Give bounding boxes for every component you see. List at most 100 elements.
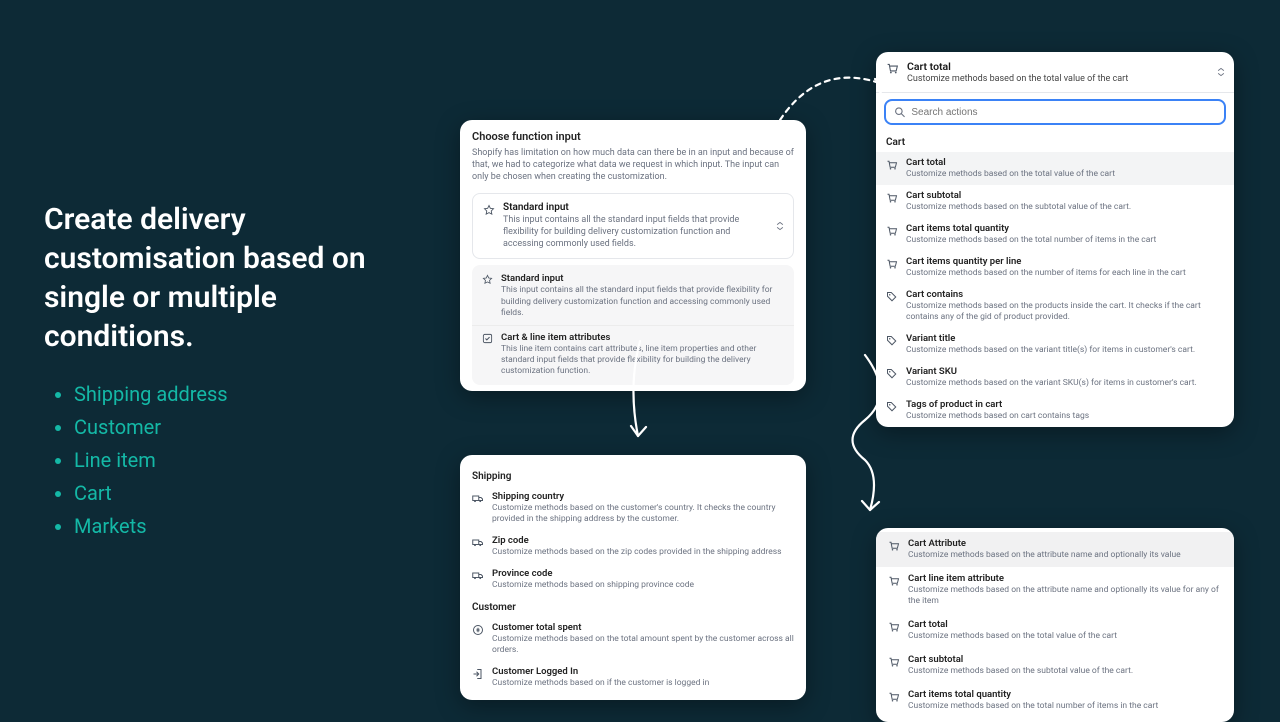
option-desc: Customize methods based on the total amo… <box>492 634 794 656</box>
cart-icon <box>888 656 900 668</box>
option-title: Cart items quantity per line <box>906 256 1186 267</box>
option-row[interactable]: Cart contains Customize methods based on… <box>876 284 1234 328</box>
cart-icon <box>888 575 900 587</box>
option-title: Cart subtotal <box>906 190 1131 201</box>
cart-icon <box>886 159 898 171</box>
search-input[interactable] <box>911 107 1216 118</box>
option-title: Zip code <box>492 535 782 546</box>
option-desc: Customize methods based on the variant t… <box>906 345 1195 356</box>
option-desc: Customize methods based on the subtotal … <box>908 666 1133 677</box>
bullet-item: Cart <box>74 477 228 510</box>
option-row[interactable]: Shipping country Customize methods based… <box>460 486 806 530</box>
option-row[interactable]: Cart line item attribute Customize metho… <box>876 567 1234 613</box>
truck-icon <box>472 570 484 582</box>
option-desc: Customize methods based on the total val… <box>906 169 1115 180</box>
option-desc: Customize methods based on the total val… <box>908 631 1117 642</box>
panel2-section: Cart <box>876 131 1234 152</box>
section-label: Customer <box>460 596 806 617</box>
panel-cart-actions: Cart total Customize methods based on th… <box>876 52 1234 427</box>
option-desc: Customize methods based on the attribute… <box>908 585 1222 607</box>
option-desc: Customize methods based on the total num… <box>908 701 1158 712</box>
feature-bullets: Shipping addressCustomerLine itemCartMar… <box>74 378 228 543</box>
option-row[interactable]: Cart total Customize methods based on th… <box>876 152 1234 185</box>
option-row[interactable]: Standard input This input contains all t… <box>472 267 794 325</box>
option-desc: This input contains all the standard inp… <box>501 285 784 318</box>
option-desc: Customize methods based on the products … <box>906 301 1224 323</box>
option-desc: Customize methods based on the total num… <box>906 235 1156 246</box>
bullet-item: Markets <box>74 510 228 543</box>
truck-icon <box>472 493 484 505</box>
option-title: Cart items total quantity <box>908 689 1158 700</box>
option-desc: Customize methods based on cart contains… <box>906 411 1089 422</box>
option-row[interactable]: Province code Customize methods based on… <box>460 563 806 596</box>
option-row[interactable]: Zip code Customize methods based on the … <box>460 530 806 563</box>
option-desc: Customize methods based on the variant S… <box>906 378 1197 389</box>
panel2-header[interactable]: Cart total Customize methods based on th… <box>876 52 1234 93</box>
arrow-3 <box>840 350 900 520</box>
option-row[interactable]: Customer Logged In Customize methods bas… <box>460 661 806 694</box>
panel1-title: Choose function input <box>472 130 794 143</box>
search-actions[interactable] <box>884 99 1226 125</box>
bullet-item: Line item <box>74 444 228 477</box>
option-title: Cart Attribute <box>908 538 1181 549</box>
option-title: Cart contains <box>906 289 1224 300</box>
option-row[interactable]: Cart subtotal Customize methods based on… <box>876 648 1234 683</box>
check-icon <box>482 333 493 344</box>
panel1-desc: Shopify has limitation on how much data … <box>472 147 794 183</box>
tag-icon <box>886 291 898 303</box>
cart-icon <box>886 192 898 204</box>
login-icon <box>472 668 484 680</box>
option-row[interactable]: Variant SKU Customize methods based on t… <box>876 361 1234 394</box>
chevron-updown-icon <box>1216 65 1226 79</box>
option-title: Cart total <box>906 157 1115 168</box>
arrow-2 <box>618 336 658 446</box>
option-title: Customer total spent <box>492 622 794 633</box>
page-headline: Create delivery customisation based on s… <box>44 200 404 356</box>
option-desc: Customize methods based on shipping prov… <box>492 580 694 591</box>
panel-shipping-customer: Shipping Shipping country Customize meth… <box>460 455 806 700</box>
star-icon <box>483 204 495 216</box>
option-title: Customer Logged In <box>492 666 709 677</box>
star-icon <box>482 274 493 285</box>
arrow-1 <box>770 50 900 130</box>
option-row[interactable]: Customer total spent Customize methods b… <box>460 617 806 661</box>
option-row[interactable]: Variant title Customize methods based on… <box>876 328 1234 361</box>
option-row[interactable]: Cart items quantity per line Customize m… <box>876 251 1234 284</box>
option-desc: Customize methods based on the customer'… <box>492 503 794 525</box>
money-icon <box>472 624 484 636</box>
option-title: Tags of product in cart <box>906 399 1089 410</box>
option-desc: Customize methods based on the number of… <box>906 268 1186 279</box>
option-row[interactable]: Cart subtotal Customize methods based on… <box>876 185 1234 218</box>
bullet-item: Customer <box>74 411 228 444</box>
cart-icon <box>888 621 900 633</box>
chevron-updown-icon <box>775 219 785 233</box>
option-desc: Customize methods based on the subtotal … <box>906 202 1131 213</box>
option-title: Variant title <box>906 333 1195 344</box>
tag-icon <box>886 335 898 347</box>
option-title: Variant SKU <box>906 366 1197 377</box>
option-title: Shipping country <box>492 491 794 502</box>
selected-input-option[interactable]: Standard input This input contains all t… <box>472 193 794 259</box>
panel-cart-attribute: Cart Attribute Customize methods based o… <box>876 528 1234 722</box>
option-desc: Customize methods based on if the custom… <box>492 678 709 689</box>
option-row[interactable]: Cart Attribute Customize methods based o… <box>876 532 1234 567</box>
truck-icon <box>472 537 484 549</box>
option-row[interactable]: Cart total Customize methods based on th… <box>876 613 1234 648</box>
option-row[interactable]: Cart items total quantity Customize meth… <box>876 218 1234 251</box>
panel2-header-title: Cart total <box>907 60 1128 73</box>
option-title: Cart total <box>908 619 1117 630</box>
selected-option-desc: This input contains all the standard inp… <box>503 215 767 250</box>
section-label: Shipping <box>460 465 806 486</box>
panel2-header-desc: Customize methods based on the total val… <box>907 74 1128 84</box>
cart-icon <box>886 225 898 237</box>
option-title: Standard input <box>501 273 784 284</box>
option-desc: Customize methods based on the zip codes… <box>492 547 782 558</box>
bullet-item: Shipping address <box>74 378 228 411</box>
option-row[interactable]: Tags of product in cart Customize method… <box>876 394 1234 427</box>
option-row[interactable]: Cart items total quantity Customize meth… <box>876 683 1234 718</box>
cart-icon <box>886 258 898 270</box>
cart-icon <box>888 691 900 703</box>
option-title: Cart line item attribute <box>908 573 1222 584</box>
option-title: Cart subtotal <box>908 654 1133 665</box>
option-title: Province code <box>492 568 694 579</box>
